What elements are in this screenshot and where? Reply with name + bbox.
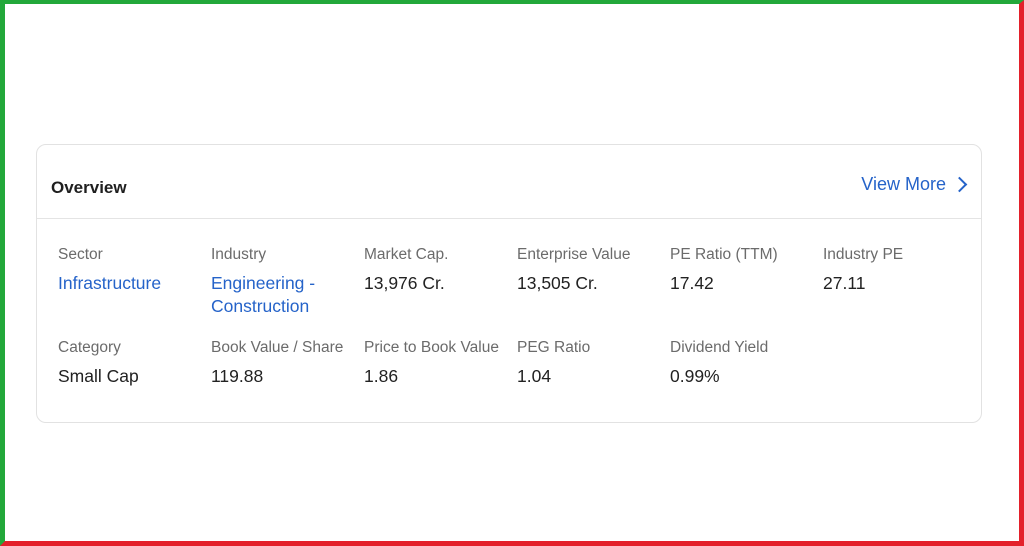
metric-label: Industry (211, 246, 267, 263)
industry-link[interactable]: Engineering - Construction (211, 272, 351, 318)
metric-peg-ratio: PEG Ratio 1.04 (517, 339, 667, 388)
screenshot-frame: Overview View More Sector Infrastructure… (0, 0, 1024, 546)
metric-value: 1.86 (364, 366, 399, 386)
metric-pe-ratio: PE Ratio (TTM) 17.42 (670, 246, 820, 295)
metric-value: 27.11 (823, 273, 866, 293)
metric-value: Small Cap (58, 366, 139, 386)
metric-label: Enterprise Value (517, 246, 631, 263)
metric-industry: Industry Engineering - Construction (211, 246, 351, 318)
metric-label: Market Cap. (364, 246, 449, 263)
metric-label: Book Value / Share (211, 339, 344, 356)
metric-label: Sector (58, 246, 103, 263)
chevron-right-icon (951, 176, 968, 193)
metric-industry-pe: Industry PE 27.11 (823, 246, 973, 295)
metric-category: Category Small Cap (58, 339, 208, 388)
metric-enterprise-value: Enterprise Value 13,505 Cr. (517, 246, 667, 295)
metric-value: 17.42 (670, 273, 714, 293)
metric-value: 119.88 (211, 366, 264, 386)
view-more-link[interactable]: View More (861, 174, 968, 195)
view-more-label: View More (861, 174, 946, 194)
metric-label: Category (58, 339, 121, 356)
metric-dividend-yield: Dividend Yield 0.99% (670, 339, 820, 388)
overview-card: Overview View More Sector Infrastructure… (36, 144, 982, 423)
overview-title: Overview (51, 178, 127, 197)
sector-link[interactable]: Infrastructure (58, 272, 208, 295)
metric-label: Price to Book Value (364, 339, 499, 356)
metric-value: 1.04 (517, 366, 552, 386)
metric-price-to-book: Price to Book Value 1.86 (364, 339, 514, 388)
metric-label: Industry PE (823, 246, 904, 263)
metric-market-cap: Market Cap. 13,976 Cr. (364, 246, 514, 295)
metric-label: Dividend Yield (670, 339, 769, 356)
metric-value: 0.99% (670, 366, 720, 386)
metric-sector: Sector Infrastructure (58, 246, 208, 295)
metric-label: PEG Ratio (517, 339, 591, 356)
metric-book-value: Book Value / Share 119.88 (211, 339, 361, 388)
metric-label: PE Ratio (TTM) (670, 246, 778, 263)
overview-header: Overview View More (37, 145, 981, 219)
metric-value: 13,976 Cr. (364, 273, 445, 293)
metric-value: 13,505 Cr. (517, 273, 598, 293)
